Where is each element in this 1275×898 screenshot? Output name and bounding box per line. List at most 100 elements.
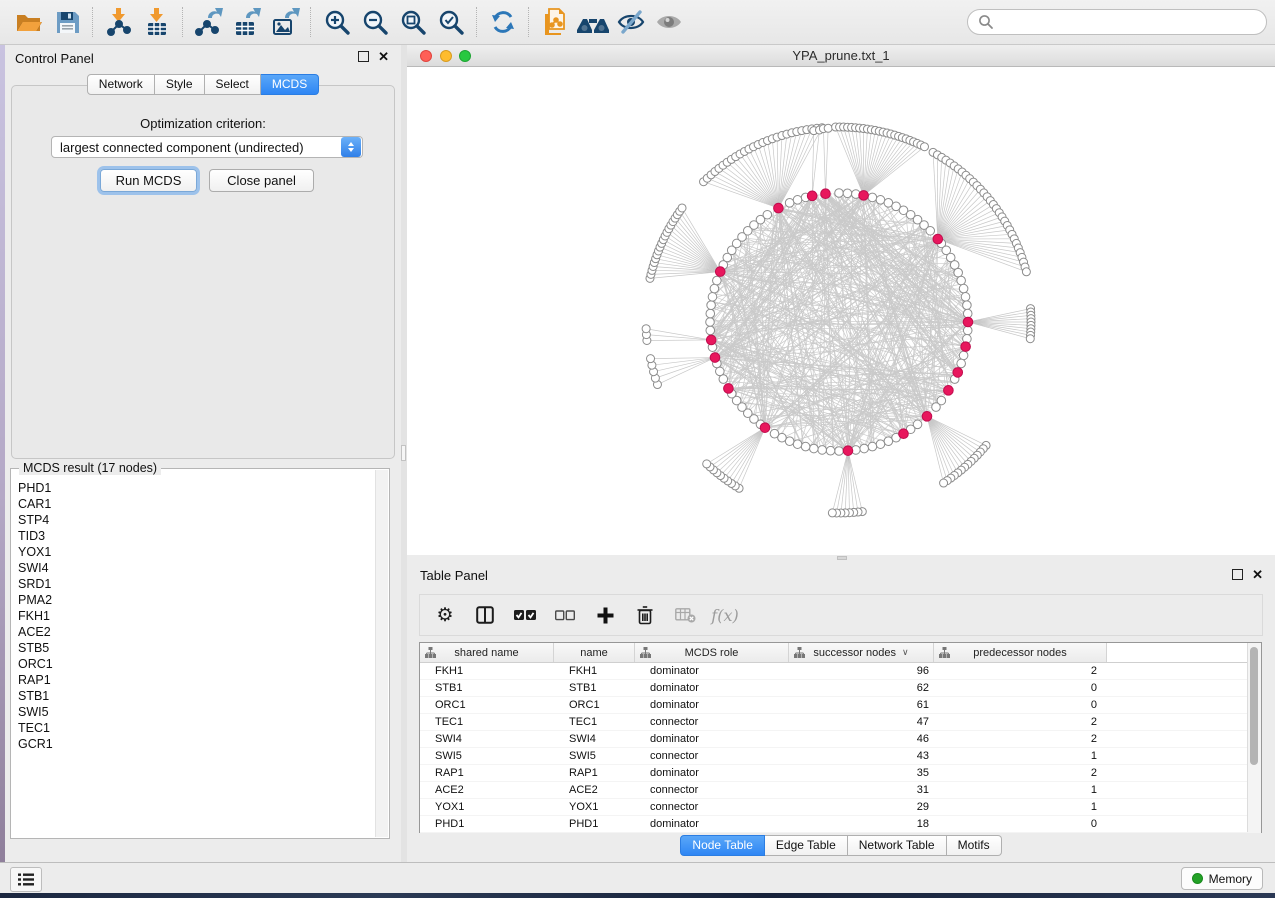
cell-name[interactable]: FKH1 — [554, 665, 635, 677]
mcds-node[interactable] — [760, 423, 770, 433]
network-node[interactable] — [963, 326, 972, 335]
show-panels-button[interactable] — [10, 867, 42, 892]
table-row[interactable]: SWI4SWI4dominator462 — [420, 731, 1261, 748]
search-box[interactable] — [967, 9, 1267, 35]
cell-succ[interactable]: 29 — [789, 801, 934, 813]
network-node[interactable] — [810, 444, 819, 453]
mcds-node[interactable] — [807, 191, 817, 201]
cell-shared[interactable]: ORC1 — [420, 699, 554, 711]
cell-succ[interactable]: 61 — [789, 699, 934, 711]
network-node[interactable] — [716, 367, 725, 376]
network-node[interactable] — [706, 309, 715, 318]
settings-gear-icon[interactable]: ⚙ — [430, 600, 460, 630]
search-input[interactable] — [994, 14, 1256, 30]
cell-role[interactable]: dominator — [635, 699, 789, 711]
mcds-node[interactable] — [724, 384, 734, 394]
cell-succ[interactable]: 35 — [789, 767, 934, 779]
network-node[interactable] — [828, 509, 836, 517]
cell-succ[interactable]: 62 — [789, 682, 934, 694]
cell-shared[interactable]: ACE2 — [420, 784, 554, 796]
network-node[interactable] — [868, 442, 877, 451]
zoom-fit-icon[interactable] — [394, 6, 432, 38]
cell-shared[interactable]: RAP1 — [420, 767, 554, 779]
cell-succ[interactable]: 43 — [789, 750, 934, 762]
splitter-grabber[interactable] — [837, 556, 847, 560]
mcds-result-item[interactable]: ACE2 — [18, 624, 376, 640]
mcds-result-item[interactable]: STP4 — [18, 512, 376, 528]
cell-pred[interactable]: 2 — [934, 733, 1107, 745]
close-panel-button[interactable]: Close panel — [209, 169, 314, 192]
cell-role[interactable]: dominator — [635, 665, 789, 677]
cell-role[interactable]: connector — [635, 784, 789, 796]
mcds-result-item[interactable]: TEC1 — [18, 720, 376, 736]
cell-succ[interactable]: 47 — [789, 716, 934, 728]
cell-shared[interactable]: STB1 — [420, 682, 554, 694]
column-header-shared[interactable]: shared name — [420, 643, 554, 662]
network-node[interactable] — [706, 318, 715, 327]
cell-role[interactable]: dominator — [635, 682, 789, 694]
binoculars-icon[interactable] — [574, 6, 612, 38]
cell-shared[interactable]: FKH1 — [420, 665, 554, 677]
mcds-result-item[interactable]: PMA2 — [18, 592, 376, 608]
network-node[interactable] — [926, 226, 935, 235]
network-node[interactable] — [678, 204, 686, 212]
cell-role[interactable]: dominator — [635, 767, 789, 779]
function-builder-icon[interactable]: f(x) — [710, 600, 740, 630]
network-node[interactable] — [763, 210, 772, 219]
column-layout-icon[interactable] — [470, 600, 500, 630]
memory-button[interactable]: Memory — [1181, 867, 1263, 890]
network-node[interactable] — [801, 442, 810, 451]
network-node[interactable] — [703, 460, 711, 468]
mcds-result-item[interactable]: ORC1 — [18, 656, 376, 672]
cell-name[interactable]: RAP1 — [554, 767, 635, 779]
network-node[interactable] — [706, 326, 715, 335]
mcds-result-item[interactable]: FKH1 — [18, 608, 376, 624]
close-panel-icon[interactable]: ✕ — [1252, 570, 1263, 579]
cell-succ[interactable]: 18 — [789, 818, 934, 830]
cell-pred[interactable]: 0 — [934, 682, 1107, 694]
export-network-icon[interactable] — [190, 6, 228, 38]
network-node[interactable] — [826, 446, 835, 455]
network-node[interactable] — [920, 143, 928, 151]
table-row[interactable]: PHD1PHD1dominator180 — [420, 816, 1261, 833]
mcds-result-item[interactable]: PHD1 — [18, 480, 376, 496]
cell-role[interactable]: connector — [635, 750, 789, 762]
import-network-icon[interactable] — [100, 6, 138, 38]
table-row[interactable]: FKH1FKH1dominator962 — [420, 663, 1261, 680]
cell-succ[interactable]: 96 — [789, 665, 934, 677]
mcds-result-item[interactable]: SRD1 — [18, 576, 376, 592]
mcds-node[interactable] — [922, 412, 932, 422]
cell-shared[interactable]: TEC1 — [420, 716, 554, 728]
mcds-node[interactable] — [961, 342, 971, 352]
network-node[interactable] — [876, 440, 885, 449]
mcds-node[interactable] — [706, 335, 716, 345]
cell-shared[interactable]: YOX1 — [420, 801, 554, 813]
mcds-node[interactable] — [953, 368, 963, 378]
network-node[interactable] — [713, 276, 722, 285]
cell-name[interactable]: PHD1 — [554, 818, 635, 830]
mcds-node[interactable] — [899, 429, 909, 439]
network-node[interactable] — [770, 429, 779, 438]
network-node[interactable] — [963, 301, 972, 310]
tab-motifs[interactable]: Motifs — [947, 835, 1002, 856]
cell-pred[interactable]: 2 — [934, 716, 1107, 728]
network-node[interactable] — [647, 355, 655, 363]
table-row[interactable]: SWI5SWI5connector431 — [420, 748, 1261, 765]
network-node[interactable] — [932, 403, 941, 412]
criterion-select[interactable]: largest connected component (undirected) — [51, 136, 363, 158]
mcds-node[interactable] — [710, 353, 720, 363]
table-row[interactable]: ACE2ACE2connector311 — [420, 782, 1261, 799]
network-node[interactable] — [1022, 268, 1030, 276]
network-node[interactable] — [1026, 335, 1034, 343]
mcds-node[interactable] — [859, 191, 869, 201]
cell-pred[interactable]: 0 — [934, 818, 1107, 830]
network-node[interactable] — [957, 359, 966, 368]
run-mcds-button[interactable]: Run MCDS — [100, 169, 197, 192]
hide-selected-icon[interactable] — [612, 6, 650, 38]
network-node[interactable] — [835, 447, 844, 456]
mcds-result-scrollbar[interactable] — [375, 470, 388, 837]
add-column-icon[interactable] — [590, 600, 620, 630]
table-row[interactable]: RAP1RAP1dominator352 — [420, 765, 1261, 782]
tab-select[interactable]: Select — [205, 74, 261, 95]
tab-network[interactable]: Network — [87, 74, 155, 95]
